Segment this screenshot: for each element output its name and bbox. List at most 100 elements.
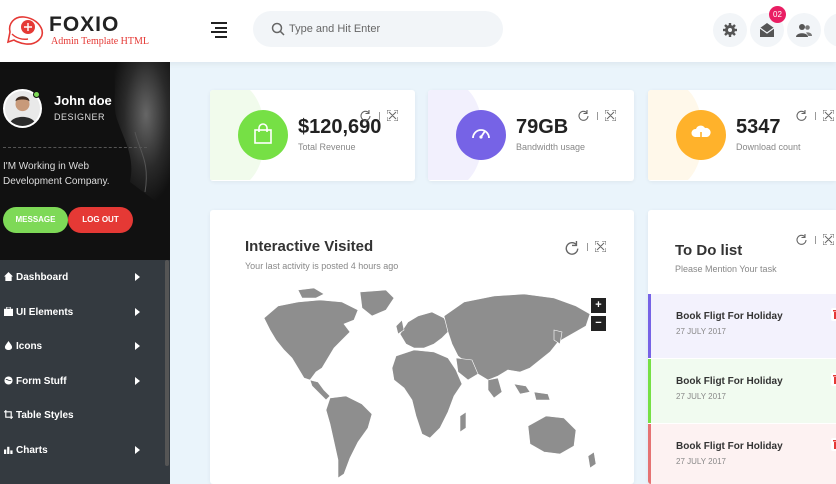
card-title: Interactive Visited	[245, 238, 374, 255]
greenland-region[interactable]	[359, 289, 395, 317]
sidebar-item-label: Form Stuff	[16, 375, 67, 387]
tool-separator	[815, 236, 816, 244]
search-input[interactable]	[289, 19, 489, 39]
card-tools	[578, 110, 618, 124]
briefcase-icon	[4, 306, 13, 316]
interactive-visited-card: Interactive Visited Your last activity i…	[210, 210, 634, 484]
sidebar-item-label: Table Styles	[16, 410, 74, 422]
todo-date: 27 JULY 2017	[676, 392, 726, 401]
todo-title: Book Fligt For Holiday	[676, 311, 783, 322]
card-tools	[565, 241, 606, 255]
profile-role: DESIGNER	[54, 112, 106, 122]
sidebar: John doe DESIGNER I'M Working in Web Dev…	[0, 62, 170, 484]
search-bar	[253, 11, 503, 47]
profile-background-image	[80, 62, 170, 212]
todo-item[interactable]: Book Fligt For Holiday 27 JULY 2017	[648, 294, 836, 358]
sidebar-item-ui-elements[interactable]: UI Elements	[0, 295, 165, 330]
africa-region[interactable]	[391, 349, 463, 439]
world-map[interactable]	[258, 288, 603, 484]
sidebar-item-label: Dashboard	[16, 272, 69, 283]
globe-icon	[4, 376, 13, 385]
users-icon	[796, 24, 812, 37]
stat-icon-circle	[456, 110, 506, 160]
trash-icon[interactable]	[831, 438, 836, 451]
todo-title: Book Fligt For Holiday	[676, 376, 783, 387]
tool-separator	[815, 112, 816, 120]
search-icon	[271, 22, 285, 36]
south-america-region[interactable]	[325, 395, 373, 479]
profile-name: John doe	[54, 93, 112, 108]
chevron-right-icon	[135, 342, 140, 351]
stat-value: 79GB	[516, 116, 569, 138]
menu-toggle-icon[interactable]	[211, 22, 227, 38]
cloud-download-icon	[691, 125, 711, 144]
crop-icon	[4, 410, 13, 420]
expand-icon[interactable]	[823, 110, 834, 121]
australia-region[interactable]	[527, 415, 577, 455]
refresh-icon[interactable]	[565, 241, 579, 255]
todo-item[interactable]: Book Fligt For Holiday 27 JULY 2017	[648, 424, 836, 484]
stat-card-bandwidth: 79GB Bandwidth usage	[428, 90, 634, 181]
todo-title: Book Fligt For Holiday	[676, 441, 783, 452]
card-title: To Do list	[675, 242, 743, 259]
chevron-right-icon	[135, 273, 140, 281]
refresh-icon[interactable]	[796, 234, 807, 245]
card-tools	[796, 234, 836, 248]
sidebar-item-form-stuff[interactable]: Form Stuff	[0, 364, 165, 399]
stat-label: Total Revenue	[298, 142, 356, 152]
refresh-icon[interactable]	[360, 110, 371, 121]
todo-date: 27 JULY 2017	[676, 457, 726, 466]
todo-date: 27 JULY 2017	[676, 327, 726, 336]
stat-label: Bandwidth usage	[516, 142, 586, 152]
brand-logo[interactable]: FOXIO Admin Template HTML	[6, 10, 166, 50]
shopping-bag-icon	[254, 123, 272, 144]
refresh-icon[interactable]	[578, 110, 589, 121]
stat-card-revenue: $120,690 Total Revenue	[210, 90, 415, 181]
speedometer-icon	[472, 129, 490, 139]
card-tools	[360, 110, 400, 124]
tool-separator	[379, 112, 380, 120]
trash-icon[interactable]	[831, 373, 836, 386]
logo-subtitle: Admin Template HTML	[51, 36, 149, 47]
card-tools	[796, 110, 836, 124]
top-header: FOXIO Admin Template HTML 02	[0, 0, 836, 62]
sidebar-menu: Dashboard UI Elements Icons Form Stuff T…	[0, 260, 165, 468]
mail-count-badge: 02	[769, 6, 786, 23]
stat-label: Download count	[736, 142, 801, 152]
sidebar-item-charts[interactable]: Charts	[0, 433, 165, 468]
gear-icon	[723, 23, 737, 37]
expand-icon[interactable]	[595, 241, 606, 252]
envelope-open-icon	[759, 23, 775, 37]
chevron-right-icon	[135, 445, 140, 454]
expand-icon[interactable]	[605, 110, 616, 121]
sidebar-item-dashboard[interactable]: Dashboard	[0, 260, 165, 295]
trash-icon[interactable]	[831, 308, 836, 321]
card-subtitle: Your last activity is posted 4 hours ago	[245, 261, 399, 271]
stat-icon-circle	[676, 110, 726, 160]
message-button[interactable]: MESSAGE	[3, 207, 68, 233]
europe-region[interactable]	[399, 311, 451, 349]
home-icon	[4, 272, 13, 281]
extra-header-button[interactable]	[824, 13, 836, 47]
sidebar-item-icons[interactable]: Icons	[0, 329, 165, 364]
refresh-icon[interactable]	[796, 110, 807, 121]
stat-value: 5347	[736, 116, 781, 138]
sidebar-scrollbar[interactable]	[165, 260, 169, 466]
expand-icon[interactable]	[823, 234, 834, 245]
users-button[interactable]	[787, 13, 821, 47]
profile-bio: I'M Working in Web Development Company.	[3, 161, 110, 187]
stat-card-downloads: 5347 Download count	[648, 90, 836, 181]
expand-icon[interactable]	[387, 110, 398, 121]
north-america-region[interactable]	[263, 299, 359, 381]
fox-logo-icon	[6, 16, 44, 45]
todo-list-card: To Do list Please Mention Your task Book…	[648, 210, 836, 484]
stat-icon-circle	[238, 110, 288, 160]
settings-button[interactable]	[713, 13, 747, 47]
profile-panel: John doe DESIGNER I'M Working in Web Dev…	[0, 62, 170, 260]
logout-button[interactable]: LOG OUT	[68, 207, 133, 233]
tool-separator	[597, 112, 598, 120]
sidebar-item-label: Charts	[16, 444, 48, 456]
todo-item[interactable]: Book Fligt For Holiday 27 JULY 2017	[648, 359, 836, 423]
chevron-right-icon	[135, 307, 140, 316]
sidebar-item-table-styles[interactable]: Table Styles	[0, 398, 165, 433]
